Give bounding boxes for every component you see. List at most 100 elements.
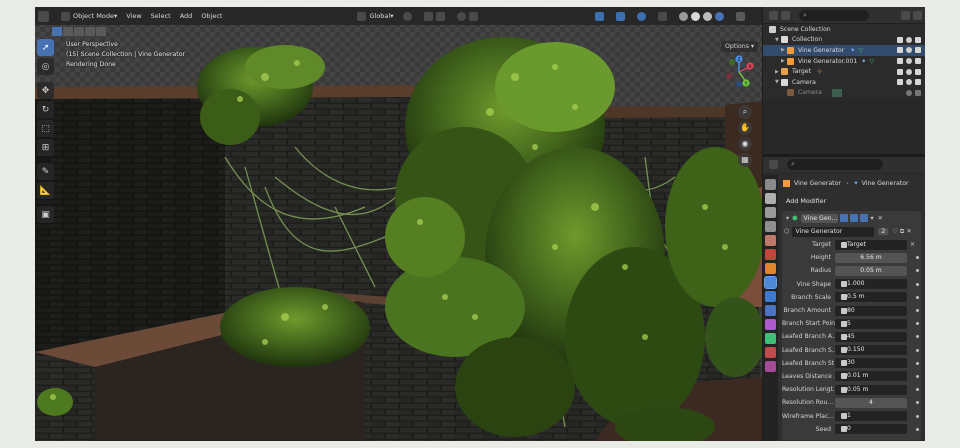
eye-icon[interactable]	[906, 47, 912, 54]
keyframe-dot-icon[interactable]	[916, 256, 919, 260]
outliner-row-scene-collection[interactable]: Scene Collection	[763, 24, 925, 35]
select-subtract-icon[interactable]	[74, 26, 84, 36]
keyframe-dot-icon[interactable]	[916, 269, 919, 273]
outliner-search[interactable]: ⌕	[799, 9, 869, 21]
3d-viewport[interactable]: Object Mode ▾ View Select Add Object Glo…	[35, 7, 762, 441]
keyframe-dot-icon[interactable]	[916, 414, 919, 418]
outliner-row-camera-data[interactable]: Camera	[763, 88, 925, 99]
view-layer-tab-icon[interactable]	[765, 221, 776, 232]
new-collection-icon[interactable]	[913, 10, 922, 20]
scale-tool[interactable]: ⬚	[37, 120, 54, 137]
select-intersect-icon[interactable]	[96, 26, 106, 36]
editor-type-button[interactable]	[38, 10, 52, 22]
modifier-tab-icon[interactable]	[764, 276, 777, 289]
transform-orientation[interactable]: Global ▾	[357, 11, 394, 21]
select-new-icon[interactable]	[52, 26, 62, 36]
add-modifier-button[interactable]: Add Modifier	[778, 194, 925, 208]
add-cube-tool[interactable]: ▣	[37, 206, 54, 223]
scene-tab-icon[interactable]	[765, 235, 776, 246]
collapse-arrow-icon[interactable]: ▾	[786, 215, 789, 222]
axis-gizmo[interactable]: X Z Y	[722, 55, 756, 89]
wireframe-place-input[interactable]: 1	[835, 411, 907, 422]
outliner-row-target[interactable]: ▶ Target ⊹	[763, 66, 925, 77]
data-tab-icon[interactable]	[765, 333, 776, 344]
checkbox-icon[interactable]	[897, 79, 903, 86]
keyframe-dot-icon[interactable]	[916, 295, 919, 299]
camera-icon[interactable]	[915, 89, 921, 96]
leafed-branch-st-input[interactable]: 30	[835, 358, 907, 369]
keyframe-dot-icon[interactable]	[916, 282, 919, 286]
checkbox-icon[interactable]	[897, 58, 903, 65]
output-tab-icon[interactable]	[765, 207, 776, 218]
outliner-editor-icon[interactable]	[769, 10, 778, 20]
rotate-tool[interactable]: ↻	[37, 101, 54, 118]
annotate-tool[interactable]: ✎	[37, 163, 54, 180]
eye-icon[interactable]	[906, 36, 912, 43]
seed-input[interactable]: 0	[835, 424, 907, 435]
proportional-edit-button[interactable]	[456, 11, 481, 21]
mode-selector[interactable]: Object Mode ▾	[61, 11, 117, 21]
shading-modes[interactable]	[678, 11, 727, 21]
pause-render-button[interactable]	[735, 11, 748, 21]
menu-add[interactable]: Add	[180, 12, 193, 20]
keyframe-dot-icon[interactable]	[916, 374, 919, 378]
select-box-tool[interactable]: ➚	[37, 39, 54, 56]
resolution-round-input[interactable]: 4	[835, 397, 907, 408]
resolution-length-input[interactable]: 0.05 m	[835, 384, 907, 395]
eye-icon[interactable]	[906, 79, 912, 86]
object-tab-icon[interactable]	[765, 263, 776, 274]
measure-tool[interactable]: 📐	[37, 182, 54, 199]
keyframe-dot-icon[interactable]	[916, 401, 919, 405]
eye-icon[interactable]	[906, 68, 912, 75]
keyframe-dot-icon[interactable]	[916, 427, 919, 431]
material-tab-icon[interactable]	[765, 347, 776, 358]
gizmo-toggle[interactable]	[615, 11, 628, 21]
move-tool[interactable]: ✥	[37, 82, 54, 99]
camera-icon[interactable]	[915, 36, 921, 43]
unlink-icon[interactable]: ✕	[906, 228, 911, 235]
select-extend-icon[interactable]	[63, 26, 73, 36]
leaves-distance-input[interactable]: 0.01 m	[835, 371, 907, 382]
overlay-toggle[interactable]	[636, 11, 649, 21]
constraints-tab-icon[interactable]	[765, 319, 776, 330]
modifier-menu-icon[interactable]: ▾	[871, 215, 874, 222]
menu-select[interactable]: Select	[151, 12, 171, 20]
filter-icon[interactable]	[901, 10, 910, 20]
keyframe-dot-icon[interactable]	[916, 388, 919, 392]
camera-icon[interactable]	[915, 47, 921, 54]
snap-button[interactable]	[423, 11, 448, 21]
camera-icon[interactable]	[915, 58, 921, 65]
node-user-count[interactable]: 2	[878, 228, 889, 235]
transform-tool[interactable]: ⊞	[37, 139, 54, 156]
branch-scale-input[interactable]: 0.5 m	[835, 292, 907, 303]
checkbox-icon[interactable]	[897, 68, 903, 75]
fake-user-icon[interactable]: ♡	[892, 228, 898, 235]
render-toggle-icon[interactable]	[859, 214, 868, 222]
radius-input[interactable]: 0.05 m	[835, 265, 907, 276]
keyframe-dot-icon[interactable]	[916, 309, 919, 313]
outliner-row-vine-generator-001[interactable]: ▶ Vine Generator.001 ✦ ▽	[763, 56, 925, 67]
leafed-branch-s-input[interactable]: 0.150	[835, 345, 907, 356]
keyframe-dot-icon[interactable]	[916, 348, 919, 352]
branch-start-point-input[interactable]: 5	[835, 318, 907, 329]
menu-view[interactable]: View	[126, 12, 141, 20]
pan-hand-icon[interactable]: ✋	[738, 121, 752, 135]
keyframe-dot-icon[interactable]	[916, 361, 919, 365]
modifier-name-field[interactable]: Vine Gen...	[800, 213, 838, 223]
texture-tab-icon[interactable]	[765, 361, 776, 372]
node-group-field[interactable]: Vine Generator	[792, 226, 875, 237]
target-object-field[interactable]: Target	[835, 239, 907, 250]
camera-view-icon[interactable]: ◉	[738, 137, 752, 151]
render-tab-icon[interactable]	[765, 193, 776, 204]
keyframe-dot-icon[interactable]	[916, 335, 919, 339]
edit-mode-toggle-icon[interactable]	[839, 214, 848, 222]
camera-icon[interactable]	[915, 79, 921, 86]
keyframe-dot-icon[interactable]	[916, 322, 919, 326]
zoom-icon[interactable]: ⌕	[738, 105, 752, 119]
display-mode-icon[interactable]	[781, 10, 790, 20]
checkbox-icon[interactable]	[897, 36, 903, 43]
properties-search[interactable]: ⌕	[787, 159, 883, 171]
branch-amount-input[interactable]: 80	[835, 305, 907, 316]
eye-icon[interactable]	[906, 58, 912, 65]
ortho-grid-icon[interactable]: ▦	[738, 153, 752, 167]
